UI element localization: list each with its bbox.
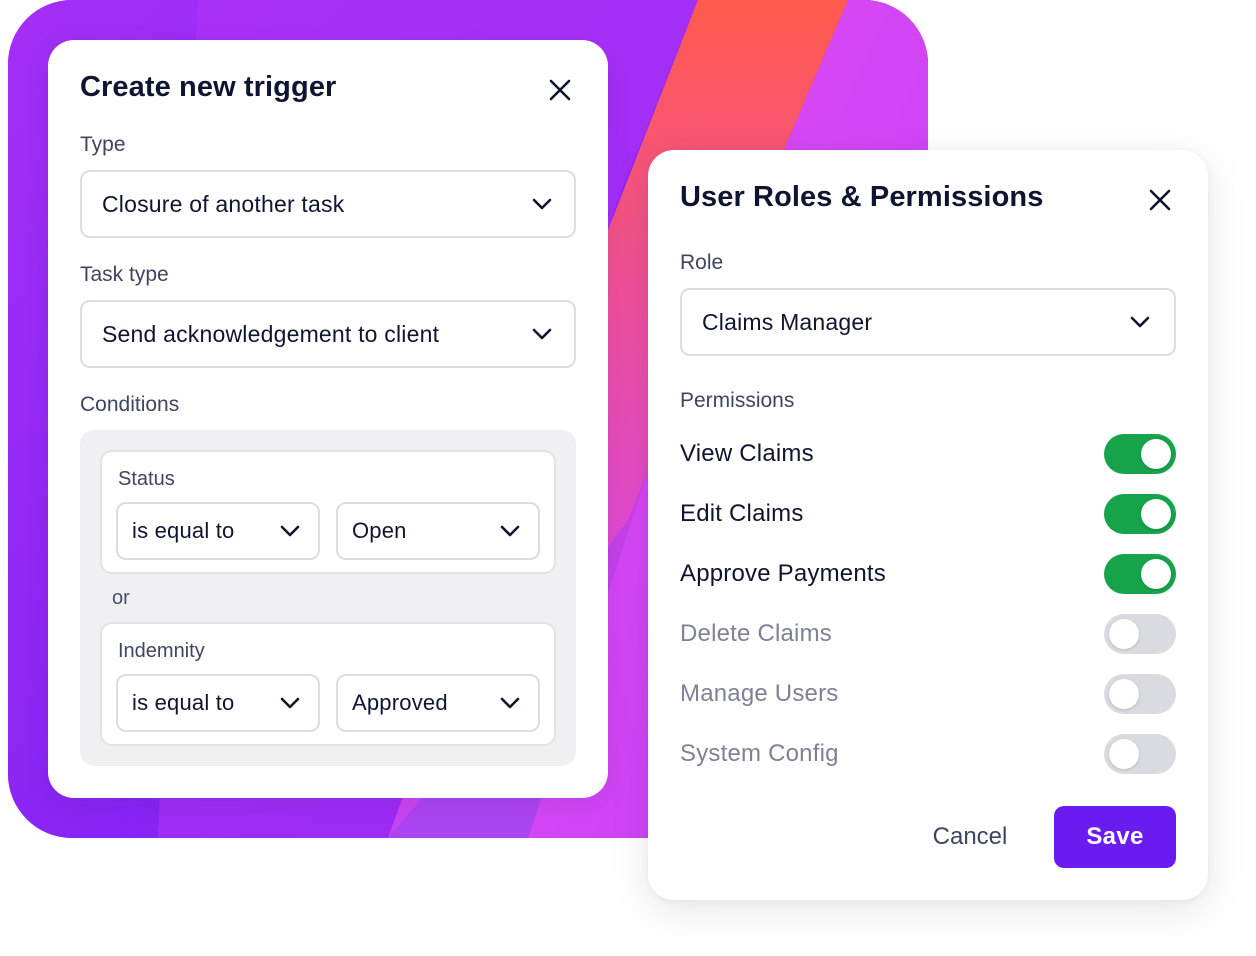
role-select[interactable]: Claims Manager	[680, 288, 1176, 356]
condition-operator-select[interactable]: is equal to	[116, 502, 320, 560]
user-roles-dialog: User Roles & Permissions Role Claims Man…	[648, 150, 1208, 900]
chevron-down-icon	[280, 525, 300, 537]
toggle-knob	[1141, 499, 1171, 529]
permission-label: Manage Users	[680, 680, 839, 707]
toggle-knob	[1109, 739, 1139, 769]
permission-row: Delete Claims	[680, 614, 1176, 654]
permission-label: Approve Payments	[680, 560, 886, 587]
permission-row: View Claims	[680, 434, 1176, 474]
create-trigger-dialog: Create new trigger Type Closure of anoth…	[48, 40, 608, 798]
condition-value: Open	[352, 518, 407, 543]
permission-row: Approve Payments	[680, 554, 1176, 594]
condition-value: Approved	[352, 690, 448, 715]
toggle-knob	[1141, 559, 1171, 589]
chevron-down-icon	[1130, 316, 1150, 328]
condition-operator-value: is equal to	[132, 518, 235, 543]
stage: Create new trigger Type Closure of anoth…	[0, 0, 1256, 956]
permission-toggle[interactable]	[1104, 554, 1176, 594]
dialog-title: User Roles & Permissions	[680, 181, 1044, 213]
chevron-down-icon	[532, 198, 552, 210]
task-type-select[interactable]: Send acknowledgement to client	[80, 300, 576, 368]
role-label: Role	[680, 251, 724, 274]
permission-toggle[interactable]	[1104, 734, 1176, 774]
cancel-button[interactable]: Cancel	[910, 806, 1030, 868]
permission-toggle[interactable]	[1104, 434, 1176, 474]
permission-label: Edit Claims	[680, 500, 804, 527]
permission-toggle[interactable]	[1104, 674, 1176, 714]
condition-field-label: Status	[118, 468, 175, 490]
close-icon	[1149, 189, 1171, 211]
permission-row: Edit Claims	[680, 494, 1176, 534]
permission-label: View Claims	[680, 440, 814, 467]
role-select-value: Claims Manager	[702, 308, 873, 335]
condition-value-select[interactable]: Approved	[336, 674, 540, 732]
condition-joiner: or	[112, 587, 130, 609]
permission-toggle[interactable]	[1104, 494, 1176, 534]
task-type-select-value: Send acknowledgement to client	[102, 320, 440, 347]
condition-group: Status is equal to Open	[100, 450, 556, 574]
permission-label: System Config	[680, 740, 839, 767]
permission-label: Delete Claims	[680, 620, 832, 647]
type-select-value: Closure of another task	[102, 190, 345, 217]
chevron-down-icon	[500, 525, 520, 537]
toggle-knob	[1141, 439, 1171, 469]
conditions-label: Conditions	[80, 393, 180, 416]
close-button[interactable]	[540, 70, 580, 110]
condition-field-label: Indemnity	[118, 640, 205, 662]
chevron-down-icon	[532, 328, 552, 340]
condition-operator-value: is equal to	[132, 690, 235, 715]
save-button[interactable]: Save	[1054, 806, 1176, 868]
toggle-knob	[1109, 679, 1139, 709]
condition-operator-select[interactable]: is equal to	[116, 674, 320, 732]
dialog-title: Create new trigger	[80, 71, 337, 103]
close-icon	[549, 79, 571, 101]
toggle-knob	[1109, 619, 1139, 649]
permission-toggle[interactable]	[1104, 614, 1176, 654]
condition-value-select[interactable]: Open	[336, 502, 540, 560]
type-label: Type	[80, 133, 126, 156]
chevron-down-icon	[280, 697, 300, 709]
permission-row: System Config	[680, 734, 1176, 774]
chevron-down-icon	[500, 697, 520, 709]
type-select[interactable]: Closure of another task	[80, 170, 576, 238]
close-button[interactable]	[1140, 180, 1180, 220]
conditions-panel: Status is equal to Open or Indemnity is …	[80, 430, 576, 766]
permissions-label: Permissions	[680, 389, 795, 412]
condition-group: Indemnity is equal to Approved	[100, 622, 556, 746]
task-type-label: Task type	[80, 263, 169, 286]
permission-row: Manage Users	[680, 674, 1176, 714]
